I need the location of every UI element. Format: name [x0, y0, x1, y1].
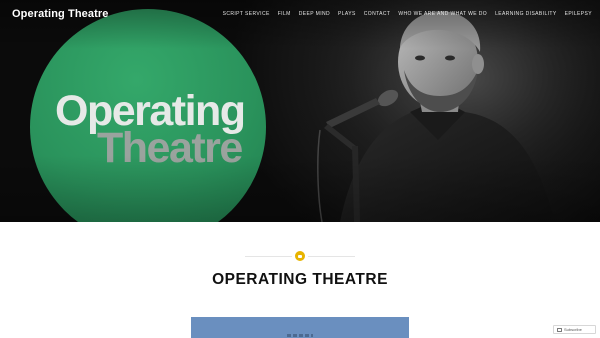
document-icon	[298, 254, 302, 258]
divider-right	[308, 256, 355, 257]
page-title: OPERATING THEATRE	[212, 271, 388, 288]
nav-item-script-service[interactable]: SCRIPT SERVICE	[223, 11, 270, 17]
site-title[interactable]: Operating Theatre	[12, 8, 108, 20]
header-image: Operating Theatre Operating Theatre SCRI…	[0, 0, 600, 222]
subscribe-icon	[557, 327, 562, 332]
divider-left	[245, 256, 292, 257]
nav-item-epilepsy[interactable]: EPILEPSY	[565, 11, 592, 17]
nav-item-contact[interactable]: CONTACT	[364, 11, 391, 17]
subscribe-button[interactable]: Subscribe	[553, 325, 596, 334]
featured-image-detail	[287, 334, 313, 337]
subscribe-label: Subscribe	[564, 327, 582, 332]
page-badge	[295, 251, 305, 261]
nav-item-learning-disability[interactable]: LEARNING DISABILITY	[495, 11, 557, 17]
main-navigation: SCRIPT SERVICE FILM DEEP MIND PLAYS CONT…	[215, 11, 592, 17]
nav-item-who-we-are[interactable]: WHO WE ARE AND WHAT WE DO	[398, 11, 487, 17]
nav-item-plays[interactable]: PLAYS	[338, 11, 356, 17]
logo-text-theatre: Theatre	[97, 124, 243, 172]
nav-item-film[interactable]: FILM	[278, 11, 291, 17]
speaker-photo	[300, 0, 600, 222]
nav-item-deep-mind[interactable]: DEEP MIND	[299, 11, 330, 17]
